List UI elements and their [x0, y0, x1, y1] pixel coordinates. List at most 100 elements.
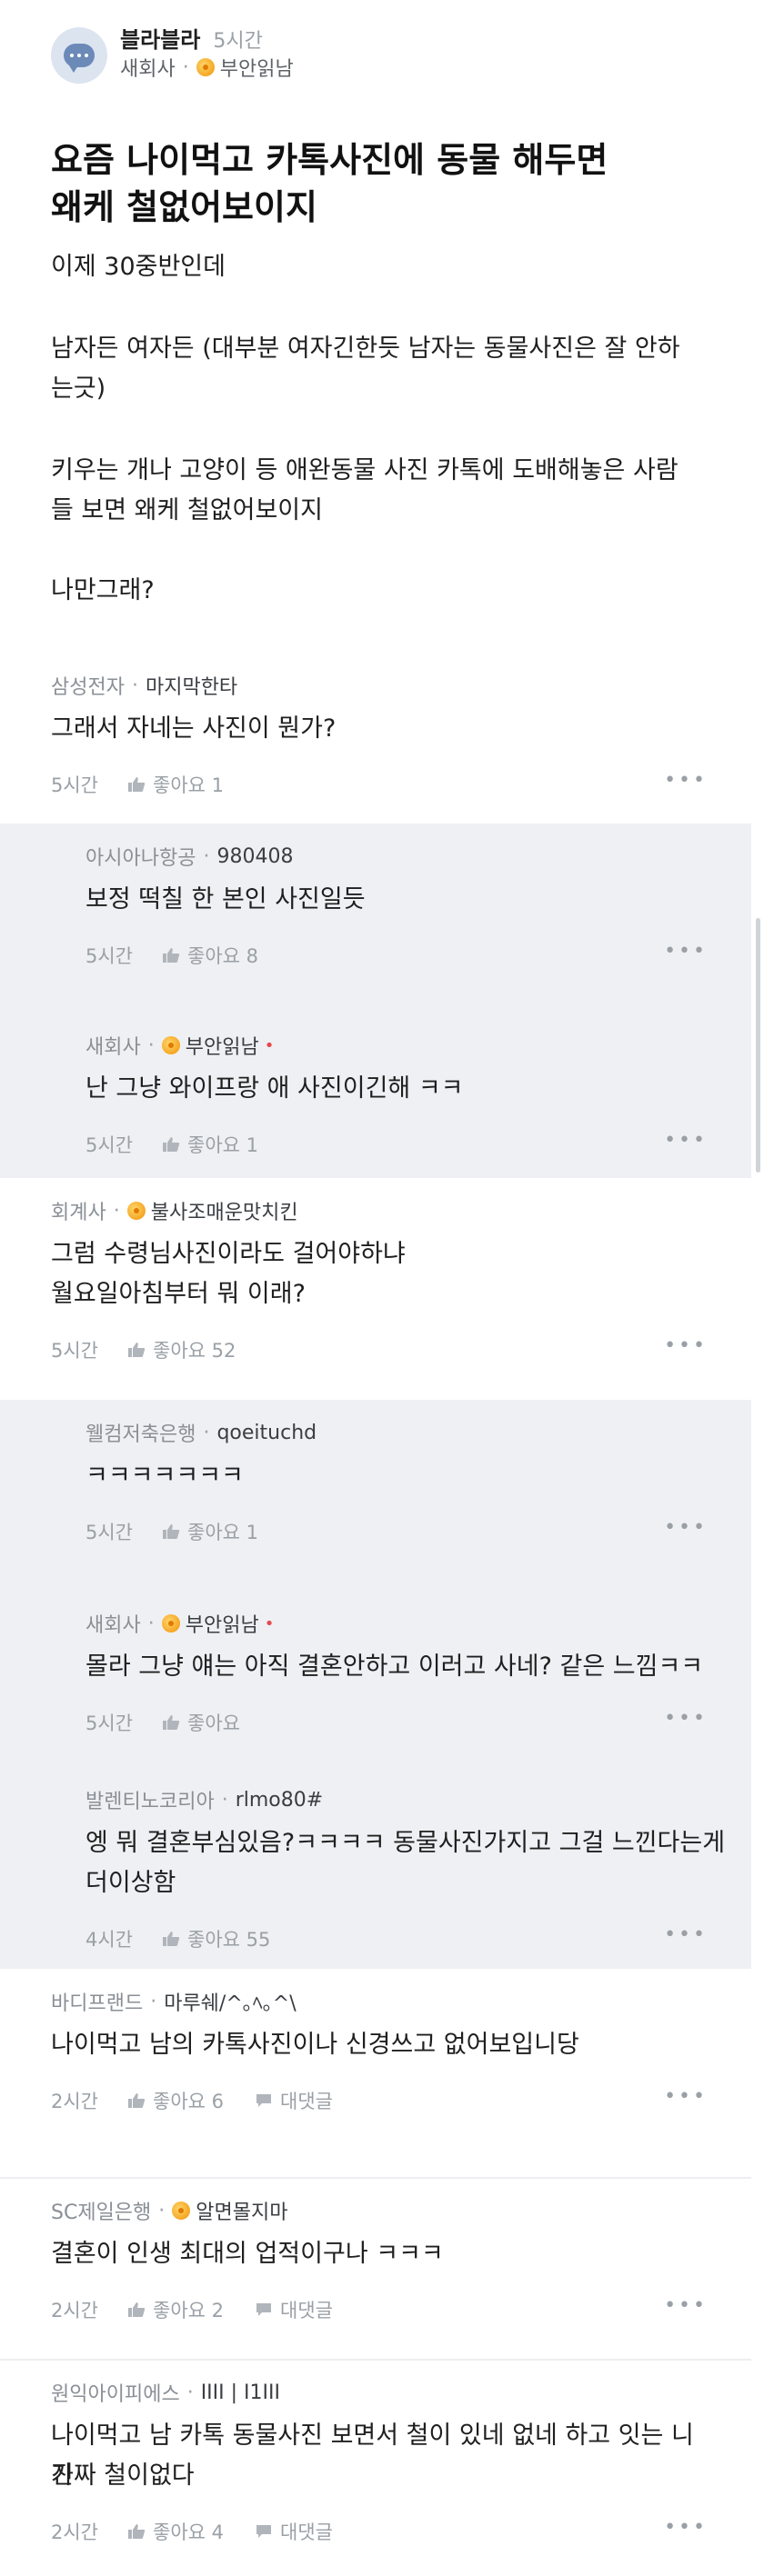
- comment-text: 그럼 수령님사진이라도 걸어야하냐: [51, 1240, 406, 1268]
- like-button[interactable]: 좋아요 1: [127, 771, 224, 798]
- comment-footer: 2시간 좋아요 4 대댓글: [51, 2518, 333, 2545]
- more-options-button[interactable]: •••: [664, 2516, 708, 2539]
- more-options-button[interactable]: •••: [664, 1923, 708, 1946]
- comment-footer: 5시간 좋아요 1: [85, 1131, 258, 1158]
- more-options-button[interactable]: •••: [664, 1707, 708, 1730]
- reply-bubble-icon: [256, 2094, 272, 2107]
- comment-text: 월요일아침부터 뭐 이래?: [51, 1280, 306, 1308]
- reply-bubble-icon: [256, 2303, 272, 2316]
- comment-nickname[interactable]: rlmo80#: [236, 1789, 323, 1812]
- comment-company: 삼성전자: [51, 676, 125, 699]
- comment-company: 원익아이피에스: [51, 2383, 180, 2406]
- comment-text: 그래서 자네는 사진이 뭔가?: [51, 714, 337, 743]
- badge-icon: [161, 1614, 180, 1632]
- comment-time: 5시간: [85, 1522, 134, 1543]
- comment-nickname[interactable]: 마지막한타: [146, 671, 237, 700]
- comment-divider: [0, 2177, 751, 2179]
- comment-time: 2시간: [51, 2300, 99, 2321]
- thumbs-up-icon: [128, 2524, 146, 2539]
- comment-footer: 2시간 좋아요 6 대댓글: [51, 2087, 333, 2114]
- post-time: 5시간: [213, 30, 263, 53]
- separator: ·: [182, 55, 189, 79]
- like-count: 좋아요 8: [187, 945, 259, 967]
- comment-author: 회계사 · 불사조매운맛치킨: [51, 1196, 298, 1225]
- reply-comment: 새회사 · 부안읽남 • 몰라 그냥 얘는 아직 결혼안하고 이러고 사네? 같은 느낌…: [0, 1591, 751, 1767]
- comment-divider: [0, 2359, 751, 2361]
- separator: ·: [131, 674, 138, 697]
- comment-text: 몰라 그냥 얘는 아직 결혼안하고 이러고 사네? 같은 느낌ㅋㅋ: [85, 1652, 704, 1681]
- comment-company: 새회사: [85, 1614, 141, 1637]
- comment-company: 회계사: [51, 1202, 106, 1224]
- more-options-button[interactable]: •••: [664, 769, 708, 792]
- comment-footer: 5시간 좋아요 8: [85, 942, 258, 969]
- comment-nickname[interactable]: 980408: [216, 845, 293, 868]
- comment-author: 발렌티노코리아 · rlmo80#: [85, 1785, 323, 1814]
- more-options-button[interactable]: •••: [664, 2085, 708, 2108]
- like-button[interactable]: 좋아요 2: [127, 2296, 224, 2323]
- like-count: 좋아요 4: [153, 2521, 225, 2543]
- comment-nickname[interactable]: IIII | I1III: [201, 2381, 280, 2404]
- comment-text: 진짜 철이없다: [51, 2461, 195, 2490]
- chat-bubble-icon: [64, 44, 95, 73]
- comment-footer: 4시간 좋아요 55: [85, 1925, 270, 1952]
- like-button[interactable]: 좋아요 55: [162, 1925, 270, 1952]
- more-options-button[interactable]: •••: [664, 1334, 708, 1357]
- post-body-line: 들 보면 왜케 철없어보이지: [51, 496, 323, 524]
- comment-author: 새회사 · 부안읽남 •: [85, 1031, 274, 1060]
- more-options-button[interactable]: •••: [664, 1516, 708, 1539]
- scrollbar[interactable]: [756, 918, 760, 1173]
- comment-company: 새회사: [85, 1036, 141, 1059]
- separator: ·: [203, 1421, 210, 1444]
- thumbs-up-icon: [163, 1137, 180, 1152]
- comment-text: 엥 뭐 결혼부심있음?ㅋㅋㅋㅋ 동물사진가지고 그걸 느낀다는게: [85, 1829, 726, 1857]
- author-nickname[interactable]: 부안읽남: [220, 53, 294, 82]
- comment-nickname[interactable]: 부안읽남: [186, 1031, 259, 1060]
- board-avatar[interactable]: [51, 27, 107, 84]
- comment-nickname[interactable]: 마루쉐/^｡ﾍ｡^\: [164, 1987, 296, 2016]
- reply-button[interactable]: 대댓글: [255, 2296, 333, 2323]
- comment-nickname[interactable]: qoeituchd: [216, 1422, 317, 1444]
- like-button[interactable]: 좋아요 52: [127, 1336, 236, 1363]
- comment-nickname[interactable]: 알면몰지마: [196, 2196, 287, 2225]
- more-options-button[interactable]: •••: [664, 1129, 708, 1152]
- comment-author: 아시아나항공 · 980408: [85, 842, 293, 871]
- comment: 삼성전자 · 마지막한타 그래서 자네는 사진이 뭔가? 5시간 좋아요 1 •••: [0, 653, 751, 816]
- separator: ·: [158, 2199, 166, 2222]
- comment-nickname[interactable]: 불사조매운맛치킨: [151, 1196, 298, 1225]
- post-body-line: 키우는 개나 고양이 등 애완동물 사진 카톡에 도배해놓은 사람: [51, 456, 679, 484]
- like-button[interactable]: 좋아요: [162, 1709, 240, 1736]
- thumbs-up-icon: [163, 948, 180, 963]
- like-button[interactable]: 좋아요 4: [127, 2518, 224, 2545]
- post-body-line: 이제 30중반인데: [51, 253, 226, 281]
- thumbs-up-icon: [128, 2093, 146, 2108]
- comment-time: 2시간: [51, 2091, 99, 2112]
- comment: 원익아이피에스 · IIII | I1III 나이먹고 남 카톡 동물사진 보면서 철…: [0, 2360, 751, 2576]
- comment-text: ㅋㅋㅋㅋㅋㅋㅋ: [85, 1462, 244, 1490]
- reply-button[interactable]: 대댓글: [255, 2518, 333, 2545]
- like-button[interactable]: 좋아요 1: [162, 1518, 258, 1545]
- comment-time: 4시간: [85, 1929, 134, 1951]
- comment: 바디프랜드 · 마루쉐/^｡ﾍ｡^\ 나이먹고 남의 카톡사진이나 신경쓰고 없어보입…: [0, 1969, 751, 2178]
- post-body-line: 는긋): [51, 374, 106, 403]
- badge-icon: [172, 2202, 191, 2220]
- more-options-button[interactable]: •••: [664, 2294, 708, 2317]
- separator: ·: [147, 1033, 155, 1057]
- comment-nickname[interactable]: 부안읽남: [186, 1609, 259, 1638]
- like-button[interactable]: 좋아요 1: [162, 1131, 258, 1158]
- comment-time: 2시간: [51, 2521, 99, 2543]
- author-marker: •: [264, 1035, 275, 1055]
- like-button[interactable]: 좋아요 8: [162, 942, 258, 969]
- comment-time: 5시간: [85, 1712, 134, 1734]
- more-options-button[interactable]: •••: [664, 940, 708, 963]
- reply-comment: 발렌티노코리아 · rlmo80# 엥 뭐 결혼부심있음?ㅋㅋㅋㅋ 동물사진가지고 그…: [0, 1767, 751, 1969]
- thumbs-up-icon: [128, 1343, 146, 1357]
- reply-label: 대댓글: [280, 2521, 333, 2543]
- board-name[interactable]: 블라블라: [120, 27, 200, 53]
- like-button[interactable]: 좋아요 6: [127, 2087, 224, 2114]
- reply-comment: 웰컴저축은행 · qoeituchd ㅋㅋㅋㅋㅋㅋㅋ 5시간 좋아요 1 •••: [0, 1400, 751, 1591]
- reply-button[interactable]: 대댓글: [255, 2087, 333, 2114]
- like-count: 좋아요 1: [153, 774, 225, 796]
- separator: ·: [150, 1990, 157, 2013]
- like-count: 좋아요: [187, 1712, 240, 1734]
- badge-icon: [126, 1202, 146, 1220]
